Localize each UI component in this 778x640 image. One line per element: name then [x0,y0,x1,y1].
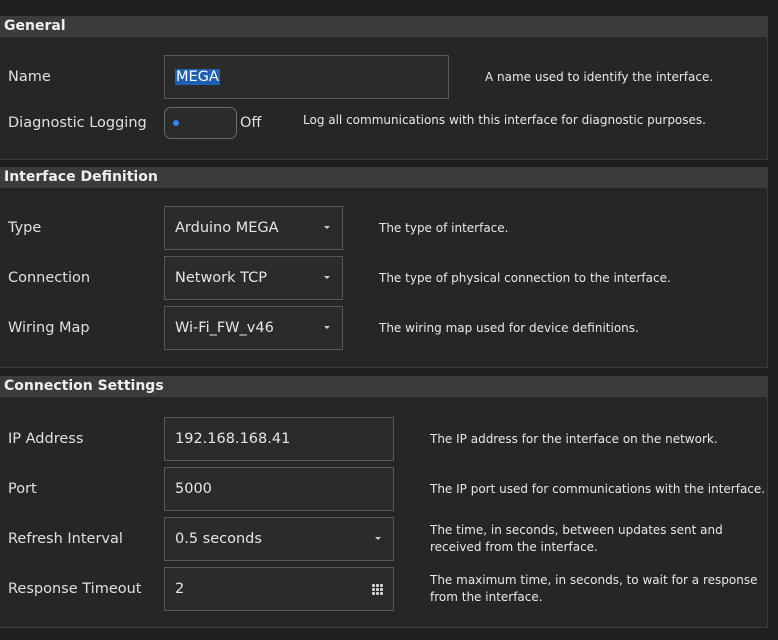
refresh-interval-description: The time, in seconds, between updates se… [430,522,723,556]
type-dropdown[interactable]: Arduino MEGA [164,206,343,250]
chevron-down-icon [324,326,330,329]
connection-dropdown[interactable]: Network TCP [164,256,343,300]
refresh-desc-line-1: The time, in seconds, between updates se… [430,523,723,537]
wiring-map-label: Wiring Map [8,320,90,336]
name-input[interactable]: MEGA [164,55,449,99]
refresh-interval-label: Refresh Interval [8,531,123,547]
general-header: General [0,16,767,37]
type-description: The type of interface. [379,221,509,235]
ip-address-description: The IP address for the interface on the … [430,432,718,446]
refresh-interval-value: 0.5 seconds [175,531,262,547]
response-timeout-input[interactable]: 2 [164,567,394,611]
interface-definition-header: Interface Definition [0,167,767,188]
diagnostic-logging-label: Diagnostic Logging [8,115,147,131]
toggle-dot-icon [173,120,179,126]
port-value: 5000 [175,481,212,497]
diagnostic-logging-description: Log all communications with this interfa… [303,113,706,127]
connection-settings-section: Connection Settings IP Address 192.168.1… [0,376,768,628]
timeout-desc-line-2: from the interface. [430,590,543,604]
ip-address-label: IP Address [8,431,84,447]
timeout-desc-line-1: The maximum time, in seconds, to wait fo… [430,573,758,587]
name-value: MEGA [175,69,220,85]
response-timeout-value: 2 [175,581,185,597]
diagnostic-logging-state: Off [240,115,262,131]
ip-address-value: 192.168.168.41 [175,431,291,447]
connection-value: Network TCP [175,270,268,286]
chevron-down-icon [324,276,330,279]
type-label: Type [8,220,42,236]
general-section: General Name MEGA A name used to identif… [0,16,768,160]
chevron-down-icon [324,226,330,229]
connection-settings-header: Connection Settings [0,376,767,397]
ip-address-input[interactable]: 192.168.168.41 [164,417,394,461]
connection-label: Connection [8,270,91,286]
wiring-map-description: The wiring map used for device definitio… [379,321,639,335]
port-description: The IP port used for communications with… [430,482,766,496]
interface-definition-section: Interface Definition Type Arduino MEGA T… [0,167,768,368]
wiring-map-value: Wi-Fi_FW_v46 [175,320,274,336]
type-value: Arduino MEGA [175,220,279,236]
keypad-icon[interactable] [372,584,383,595]
name-label: Name [8,69,51,85]
chevron-down-icon [375,537,381,540]
connection-description: The type of physical connection to the i… [379,271,671,285]
wiring-map-dropdown[interactable]: Wi-Fi_FW_v46 [164,306,343,350]
name-description: A name used to identify the interface. [485,70,714,84]
refresh-interval-dropdown[interactable]: 0.5 seconds [164,517,394,561]
response-timeout-description: The maximum time, in seconds, to wait fo… [430,572,757,606]
response-timeout-label: Response Timeout [8,581,142,597]
port-label: Port [8,481,37,497]
port-input[interactable]: 5000 [164,467,394,511]
refresh-desc-line-2: received from the interface. [430,540,598,554]
diagnostic-logging-toggle[interactable] [164,107,237,139]
